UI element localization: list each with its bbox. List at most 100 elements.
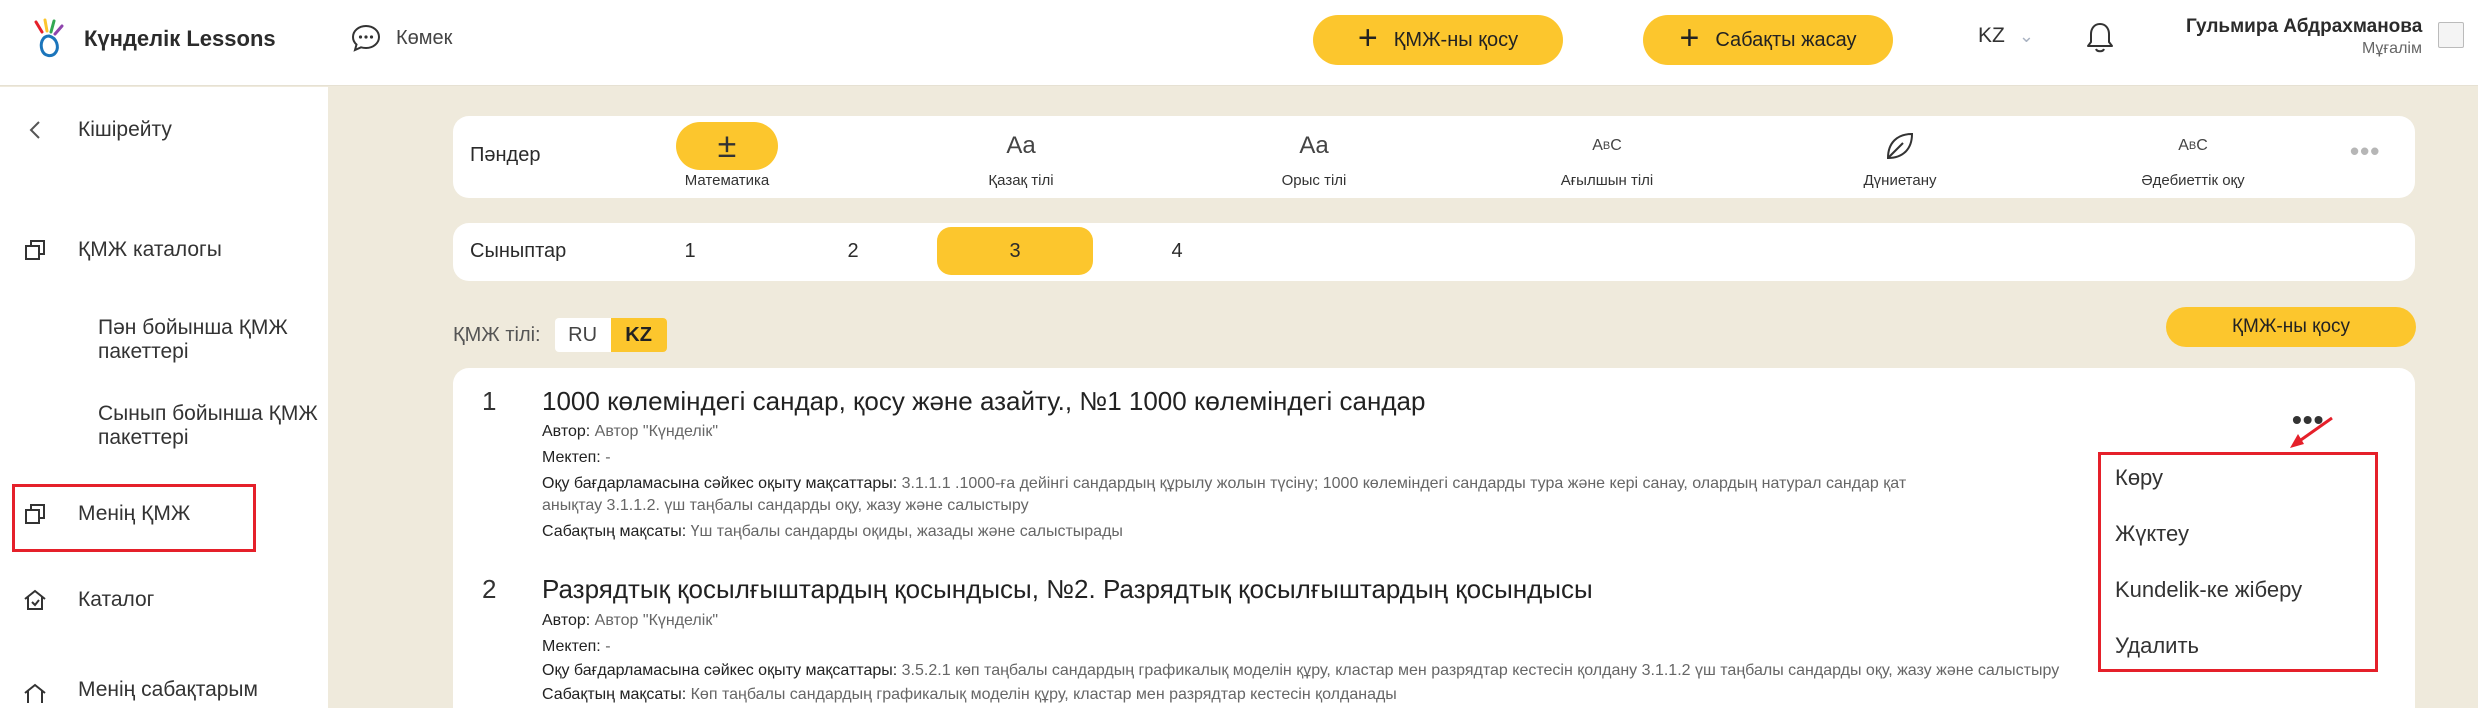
add-kmzh-button[interactable]: ҚМЖ-ны қосу bbox=[2166, 307, 2416, 347]
language-select[interactable]: KZ ⌄ bbox=[1978, 24, 2034, 48]
item-number: 2 bbox=[482, 574, 497, 604]
aim-label: Сабақтың мақсаты: bbox=[542, 523, 687, 540]
item-school: Мектеп: - bbox=[542, 638, 611, 656]
chevron-down-icon: ⌄ bbox=[2018, 25, 2034, 46]
item-school: Мектеп: - bbox=[542, 449, 611, 467]
subject-math[interactable]: ± Математика bbox=[637, 122, 817, 189]
school-label: Мектеп: bbox=[542, 449, 601, 466]
add-kmzh-header-button[interactable]: + ҚМЖ-ны қосу bbox=[1313, 15, 1563, 65]
home-icon bbox=[22, 587, 48, 613]
school-value: - bbox=[605, 449, 611, 466]
lang-option-ru[interactable]: RU bbox=[555, 318, 611, 352]
lang-option-kz[interactable]: KZ bbox=[610, 318, 667, 352]
subject-name: Ағылшын тілі bbox=[1560, 172, 1654, 189]
help-link[interactable]: Көмек bbox=[350, 22, 452, 54]
item-goals-continued: анықтау 3.1.1.2. үш таңбалы сандарды оқу… bbox=[542, 497, 1029, 514]
subjects-label: Пәндер bbox=[470, 144, 541, 166]
text-aa-icon: Aa bbox=[1006, 132, 1036, 159]
subject-name: Дүниетану bbox=[1863, 172, 1937, 189]
aim-label: Сабақтың мақсаты: bbox=[542, 686, 687, 703]
more-subjects-icon[interactable]: ••• bbox=[2350, 136, 2380, 167]
sidebar-item-kmzh-catalog[interactable]: ҚМЖ каталогы bbox=[0, 237, 222, 263]
brand-name[interactable]: Күнделік Lessons bbox=[84, 26, 276, 52]
subject-russian[interactable]: Aa Орыс тілі bbox=[1224, 122, 1404, 189]
plus-icon: + bbox=[1357, 19, 1378, 57]
item-author: Автор: Автор "Күнделік" bbox=[542, 423, 718, 441]
sidebar-subitem-class-packages[interactable]: Сынып бойынша ҚМЖ пакеттері bbox=[98, 402, 318, 450]
item-aim: Сабақтың мақсаты: Үш таңбалы сандарды оқ… bbox=[542, 523, 1123, 541]
subject-name: Математика bbox=[684, 172, 770, 189]
sidebar: Кішірейту ҚМЖ каталогы Пән бойынша ҚМЖ п… bbox=[0, 87, 328, 708]
aim-value: Көп таңбалы сандардың графикалық моделін… bbox=[690, 686, 1397, 703]
leaf-icon bbox=[1810, 122, 1990, 170]
author-label: Автор: bbox=[542, 423, 591, 440]
school-value: - bbox=[605, 638, 611, 655]
copy-stack-icon bbox=[22, 237, 48, 263]
create-lesson-button[interactable]: + Сабақты жасау bbox=[1643, 15, 1893, 65]
subject-world[interactable]: Дүниетану bbox=[1810, 122, 1990, 189]
user-name[interactable]: Гульмира Абдрахманова bbox=[2186, 16, 2422, 38]
author-label: Автор: bbox=[542, 612, 591, 629]
item-title[interactable]: Разрядтық қосылғыштардың қосындысы, №2. … bbox=[542, 574, 1593, 605]
kmzh-language-bar: ҚМЖ тілі: RU KZ bbox=[453, 318, 667, 352]
help-label: Көмек bbox=[396, 26, 453, 49]
sidebar-item-label: Каталог bbox=[78, 588, 155, 611]
menu-item-download[interactable]: Жүктеу bbox=[2115, 521, 2189, 547]
top-header: Күнделік Lessons Көмек + ҚМЖ-ны қосу + С… bbox=[0, 0, 2478, 86]
brand-logo-icon[interactable] bbox=[30, 18, 68, 60]
arrow-annotation-icon bbox=[2290, 416, 2333, 448]
subject-kazakh[interactable]: Aa Қазақ тілі bbox=[931, 122, 1111, 189]
avatar[interactable] bbox=[2438, 22, 2464, 48]
goals-value: 3.1.1.1 .1000-ға дейінгі сандардың құрыл… bbox=[901, 475, 1907, 492]
grade-2[interactable]: 2 bbox=[775, 227, 931, 275]
goals-label: Оқу бағдарламасына сәйкес оқыту мақсатта… bbox=[542, 662, 898, 679]
sidebar-item-catalog[interactable]: Каталог bbox=[0, 587, 154, 613]
sidebar-collapse[interactable]: Кішірейту bbox=[0, 117, 172, 143]
chat-help-icon bbox=[351, 24, 381, 52]
sidebar-item-my-lessons[interactable]: Менің сабақтарым bbox=[0, 677, 258, 703]
author-value: Автор "Күнделік" bbox=[594, 423, 718, 440]
grades-label: Сыныптар bbox=[470, 240, 567, 262]
subjects-panel: Пәндер ± Математика Aa Қазақ тілі Aa Оры… bbox=[453, 116, 2415, 198]
subject-name: Қазақ тілі bbox=[988, 172, 1054, 189]
school-label: Мектеп: bbox=[542, 638, 601, 655]
item-goals: Оқу бағдарламасына сәйкес оқыту мақсатта… bbox=[542, 475, 1906, 493]
author-value: Автор "Күнделік" bbox=[594, 612, 718, 629]
chevron-left-icon bbox=[22, 117, 48, 143]
item-aim: Сабақтың мақсаты: Көп таңбалы сандардың … bbox=[542, 686, 1397, 704]
context-menu: Көру Жүктеу Kundelik-ке жіберу Удалить bbox=[2098, 452, 2378, 672]
bell-icon[interactable] bbox=[2084, 20, 2116, 56]
item-title[interactable]: 1000 көлеміндегі сандар, қосу және азайт… bbox=[542, 386, 1425, 417]
kmzh-language-toggle: RU KZ bbox=[554, 318, 667, 352]
subject-literature[interactable]: ABC Әдебиеттік оқу bbox=[2103, 122, 2283, 189]
language-value: KZ bbox=[1978, 24, 2005, 47]
sidebar-collapse-label: Кішірейту bbox=[78, 118, 172, 141]
sidebar-subitem-subject-packages[interactable]: Пән бойынша ҚМЖ пакеттері bbox=[98, 316, 318, 364]
grade-3[interactable]: 3 bbox=[937, 227, 1093, 275]
abc-icon: ABC bbox=[1592, 137, 1622, 154]
plus-icon: + bbox=[1679, 19, 1700, 57]
subject-name: Орыс тілі bbox=[1281, 172, 1347, 189]
kmzh-language-label: ҚМЖ тілі: bbox=[453, 323, 541, 346]
sidebar-item-label: Менің сабақтарым bbox=[78, 678, 258, 701]
sidebar-item-label: ҚМЖ каталогы bbox=[78, 238, 222, 261]
menu-item-view[interactable]: Көру bbox=[2115, 465, 2163, 491]
menu-item-send-kundelik[interactable]: Kundelik-ке жіберу bbox=[2115, 577, 2302, 603]
item-author: Автор: Автор "Күнделік" bbox=[542, 612, 718, 630]
text-aa-icon: Aa bbox=[1299, 132, 1329, 159]
aim-value: Үш таңбалы сандарды оқиды, жазады және с… bbox=[690, 523, 1123, 540]
item-number: 1 bbox=[482, 386, 497, 416]
user-role: Мұғалім bbox=[2362, 40, 2422, 57]
grades-panel: Сыныптар 1 2 3 4 bbox=[453, 223, 2415, 281]
highlight-my-kmzh bbox=[12, 484, 256, 552]
menu-item-delete[interactable]: Удалить bbox=[2115, 633, 2199, 659]
add-kmzh-header-label: ҚМЖ-ны қосу bbox=[1393, 28, 1519, 51]
subject-name: Әдебиеттік оқу bbox=[2141, 172, 2245, 189]
subject-english[interactable]: ABC Ағылшын тілі bbox=[1517, 122, 1697, 189]
grade-1[interactable]: 1 bbox=[612, 227, 768, 275]
abc-icon: ABC bbox=[2178, 137, 2208, 154]
goals-value: 3.5.2.1 көп таңбалы сандардың графикалық… bbox=[901, 662, 2060, 679]
goals-label: Оқу бағдарламасына сәйкес оқыту мақсатта… bbox=[542, 475, 898, 492]
plus-minus-icon: ± bbox=[676, 122, 778, 170]
grade-4[interactable]: 4 bbox=[1099, 227, 1255, 275]
